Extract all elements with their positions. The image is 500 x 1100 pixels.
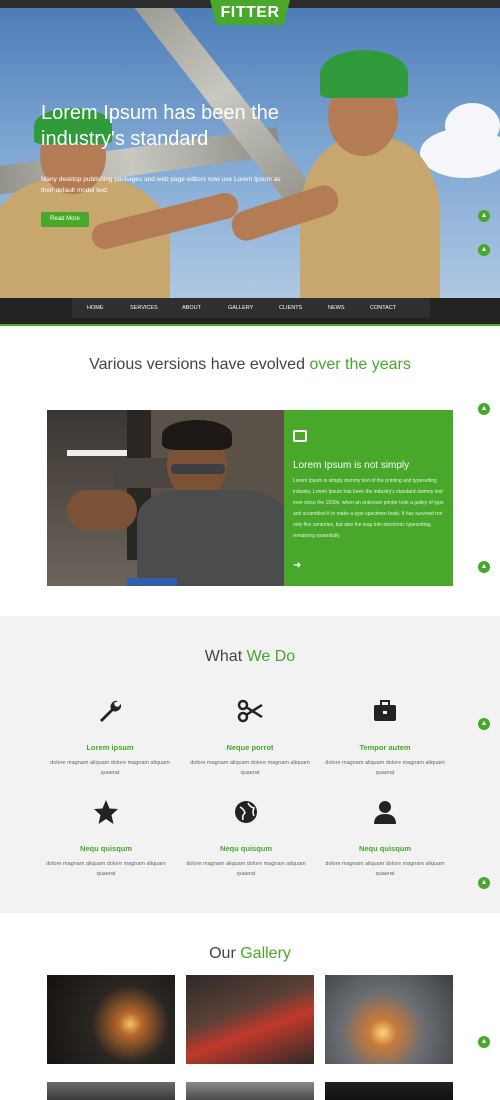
- gallery-title-green: Gallery: [240, 945, 291, 962]
- nav-services[interactable]: SERVICES: [130, 298, 158, 318]
- wrench-icon: [100, 700, 122, 722]
- main-nav: HOME SERVICES ABOUT GALLERY CLIENTS NEWS…: [0, 298, 500, 326]
- gallery-title-plain: Our: [209, 945, 236, 962]
- info-card: Lorem Ipsum is not simply Lorem Ipsum is…: [284, 410, 453, 586]
- hero-heading: Lorem Ipsum has been the industry's stan…: [41, 102, 279, 150]
- hero-banner: Lorem Ipsum has been the industry's stan…: [0, 8, 500, 318]
- read-more-button[interactable]: Read More: [41, 212, 89, 227]
- nav-contact[interactable]: CONTACT: [370, 298, 396, 318]
- gallery-image-welder[interactable]: [47, 975, 175, 1064]
- service-text: dolore magnam aliquam dolore magnam aliq…: [186, 861, 306, 877]
- service-title: Lorem ipsum: [86, 743, 134, 752]
- what-we-do-title: What We Do: [0, 648, 500, 666]
- service-title: Nequ quisqum: [358, 844, 412, 853]
- service-item: Nequ quisqum dolore magnam aliquam dolor…: [176, 799, 316, 879]
- scroll-up-icon[interactable]: ▲: [478, 877, 490, 889]
- service-title: Nequ quisqum: [79, 844, 133, 853]
- worker-figure: [0, 178, 170, 318]
- scroll-up-icon[interactable]: ▲: [478, 210, 490, 222]
- briefcase-icon: [374, 700, 396, 721]
- what-we-do-title-green: We Do: [246, 648, 296, 665]
- service-item: Nequ quisqum dolore magnam aliquam dolor…: [36, 799, 176, 879]
- versions-title-green: over the years: [309, 356, 411, 373]
- service-title: Neque porrot: [226, 743, 274, 752]
- service-text: dolore magnam aliquam dolore magnam aliq…: [325, 760, 445, 776]
- star-icon: [94, 800, 118, 824]
- nav-clients[interactable]: CLIENTS: [279, 298, 302, 318]
- gallery-image-worker[interactable]: [186, 975, 314, 1064]
- document-icon: [293, 430, 307, 442]
- what-we-do-section: What We Do Lorem ipsum dolore magnam ali…: [0, 616, 500, 913]
- service-text: dolore magnam aliquam dolore magnam aliq…: [190, 760, 310, 776]
- user-icon: [374, 801, 396, 824]
- hero-text: Many desktop publishing packages and web…: [41, 176, 281, 194]
- info-card-title: Lorem Ipsum is not simply: [293, 460, 410, 471]
- service-item: Neque porrot dolore magnam aliquam dolor…: [180, 698, 320, 778]
- versions-title: Various versions have evolved over the y…: [0, 356, 500, 374]
- service-title: Tempor autem: [359, 743, 411, 752]
- info-card-text: Lorem Ipsum is simply dummy text of the …: [293, 478, 444, 539]
- service-text: dolore magnam aliquam dolore magnam aliq…: [50, 760, 170, 776]
- hard-hat: [320, 50, 408, 98]
- worker-drilling-image: [47, 410, 285, 586]
- nav-bar: HOME SERVICES ABOUT GALLERY CLIENTS NEWS…: [72, 298, 430, 318]
- worker-figure: [300, 138, 440, 318]
- arrow-right-icon[interactable]: ➜: [293, 560, 301, 571]
- scroll-up-icon[interactable]: ▲: [478, 403, 490, 415]
- globe-icon: [235, 801, 257, 823]
- service-text: dolore magnam aliquam dolore magnam aliq…: [325, 861, 445, 877]
- nav-gallery[interactable]: GALLERY: [228, 298, 253, 318]
- service-item: Nequ quisqum dolore magnam aliquam dolor…: [315, 799, 455, 879]
- scroll-up-icon[interactable]: ▲: [478, 718, 490, 730]
- service-text: dolore magnam aliquam dolore magnam aliq…: [46, 861, 166, 877]
- service-item: Lorem ipsum dolore magnam aliquam dolore…: [40, 698, 180, 778]
- gallery-image[interactable]: [186, 1082, 314, 1100]
- gallery-image-grinder[interactable]: [325, 975, 453, 1064]
- gallery-title: Our Gallery: [0, 945, 500, 963]
- scissors-icon: [237, 699, 263, 723]
- versions-title-plain: Various versions have evolved: [89, 356, 305, 373]
- nav-news[interactable]: NEWS: [328, 298, 345, 318]
- what-we-do-title-plain: What: [204, 648, 243, 665]
- service-title: Nequ quisqum: [219, 844, 273, 853]
- nav-about[interactable]: ABOUT: [182, 298, 201, 318]
- gallery-image[interactable]: [325, 1082, 453, 1100]
- scroll-up-icon[interactable]: ▲: [478, 1036, 490, 1048]
- scroll-up-icon[interactable]: ▲: [478, 561, 490, 573]
- service-item: Tempor autem dolore magnam aliquam dolor…: [315, 698, 455, 778]
- logo[interactable]: FITTER: [210, 0, 290, 25]
- gallery-image[interactable]: [47, 1082, 175, 1100]
- cloud: [445, 103, 500, 148]
- scroll-up-icon[interactable]: ▲: [478, 244, 490, 256]
- nav-home[interactable]: HOME: [87, 298, 104, 318]
